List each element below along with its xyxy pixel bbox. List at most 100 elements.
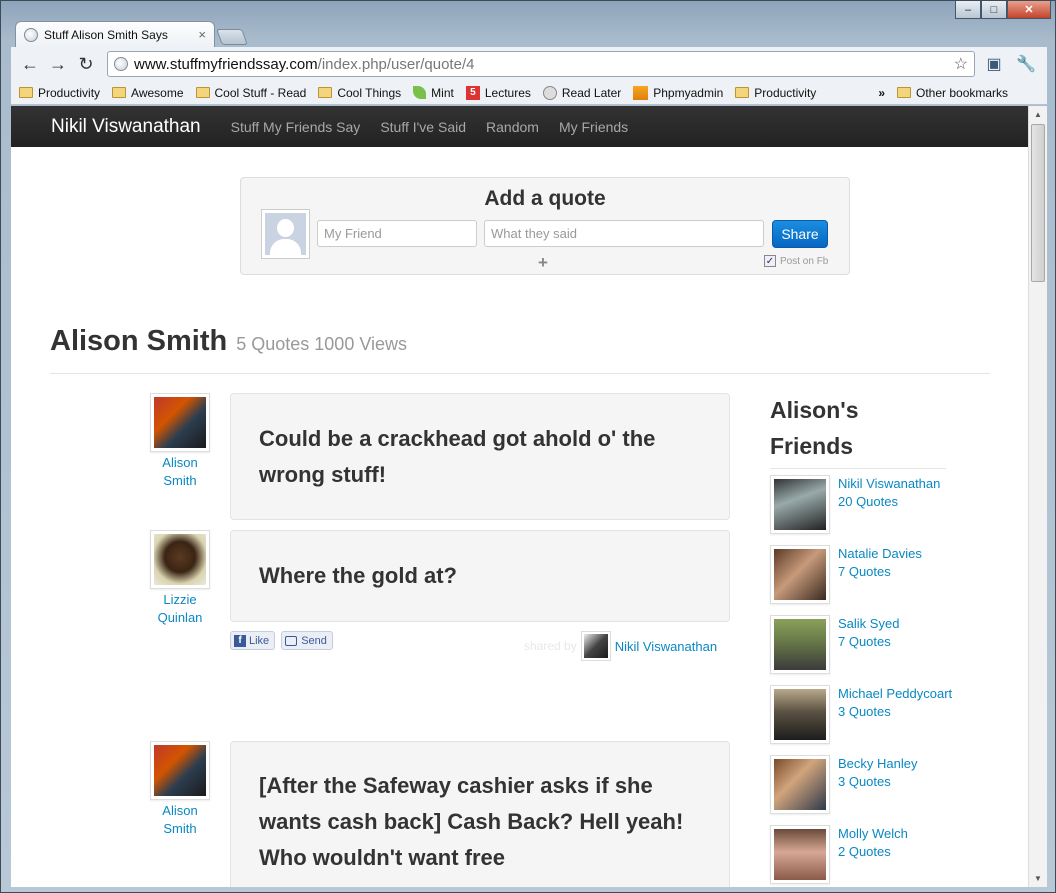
shared-by-name[interactable]: Nikil Viswanathan [615,639,717,654]
friend-item[interactable]: Michael Peddycoart 3 Quotes [770,685,1000,745]
friend-name[interactable]: Becky Hanley [838,756,917,771]
post-on-fb-option[interactable]: ✓ Post on Fb [764,255,828,267]
friend-quote-count[interactable]: 7 Quotes [838,634,891,649]
folder-icon [318,87,333,98]
bookmark-mint[interactable]: Mint [413,86,454,100]
quote-box[interactable]: [After the Safeway cashier asks if she w… [230,741,730,887]
address-bar[interactable]: www.stuffmyfriendssay.com/index.php/user… [107,51,975,77]
avatar[interactable] [580,631,611,661]
friends-title: Alison's Friends [770,392,946,469]
quote-author[interactable]: Alison Smith [140,454,220,490]
friend-item[interactable]: Salik Syed 7 Quotes [770,615,1000,675]
avatar[interactable] [150,393,210,452]
bookmark-label: Cool Stuff - Read [214,85,307,100]
lectures-icon: 5 [465,85,480,100]
friend-item[interactable]: Nikil Viswanathan 20 Quotes [770,475,1000,535]
author-first-name: Alison [162,455,198,470]
nav-stuff-my-friends-say[interactable]: Stuff My Friends Say [231,119,361,135]
close-tab-icon[interactable]: × [198,27,206,42]
friend-item[interactable]: Molly Welch 2 Quotes [770,825,1000,885]
url-path: /index.php/user/quote/4 [317,55,475,73]
avatar-photo [154,745,206,796]
page-viewport: Nikil Viswanathan Stuff My Friends Say S… [11,106,1028,887]
friend-name[interactable]: Michael Peddycoart [838,686,952,701]
bookmark-cool-things[interactable]: Cool Things [318,86,401,100]
bookmark-productivity-2[interactable]: Productivity [735,86,816,100]
phpmyadmin-icon [633,85,649,100]
friend-item[interactable]: Natalie Davies 7 Quotes [770,545,1000,605]
friend-item[interactable]: Becky Hanley 3 Quotes [770,755,1000,815]
reload-icon[interactable]: ↻ [75,53,97,75]
quote-text: Where the gold at? [259,563,457,588]
scroll-up-arrow-icon[interactable]: ▲ [1029,106,1047,123]
friend-quote-count[interactable]: 2 Quotes [838,844,891,859]
quote-author[interactable]: Lizzie Quinlan [140,591,220,627]
nav-my-friends[interactable]: My Friends [559,119,628,135]
avatar[interactable] [150,741,210,800]
back-arrow-icon[interactable]: ← [19,53,41,75]
fb-send-button[interactable]: Send [281,631,333,650]
bookmark-cool-stuff-read[interactable]: Cool Stuff - Read [195,85,307,100]
share-button[interactable]: Share [772,220,828,248]
author-last-name: Smith [163,821,197,836]
bookmark-awesome[interactable]: Awesome [112,86,184,100]
bookmark-label: Mint [431,85,454,100]
quote-box[interactable]: Could be a crackhead got ahold o' the wr… [230,393,730,520]
friend-name[interactable]: Natalie Davies [838,546,922,561]
friend-quote-count[interactable]: 3 Quotes [838,774,891,789]
quote-input[interactable]: What they said [484,220,764,247]
quote-box[interactable]: Where the gold at? [230,530,730,622]
avatar[interactable] [150,530,210,589]
wrench-icon[interactable]: 🔧 [1013,53,1039,75]
bookmark-label: Other bookmarks [916,85,1009,100]
avatar [770,825,830,884]
scroll-down-arrow-icon[interactable]: ▼ [1029,870,1047,887]
friend-name[interactable]: Molly Welch [838,826,908,841]
post-on-fb-label: Post on Fb [780,255,829,267]
friend-quote-count[interactable]: 3 Quotes [838,704,891,719]
folder-icon [735,87,750,98]
page-icon[interactable]: ▣ [981,53,1007,75]
bookmark-other-bookmarks[interactable]: Other bookmarks [897,86,1008,100]
friend-quote-count[interactable]: 20 Quotes [838,494,898,509]
fb-like-button[interactable]: f Like [230,631,276,650]
bookmark-phpmyadmin[interactable]: Phpmyadmin [633,85,723,100]
friend-name[interactable]: Nikil Viswanathan [838,476,940,491]
site-brand[interactable]: Nikil Viswanathan [51,116,201,138]
author-first-name: Lizzie [163,592,197,607]
friend-name[interactable]: Salik Syed [838,616,899,631]
plus-icon[interactable]: + [538,253,548,273]
minimize-button[interactable]: – [955,1,981,19]
default-avatar [261,209,310,259]
nav-random[interactable]: Random [486,119,539,135]
bookmark-label: Productivity [38,85,101,100]
window-controls: – □ ✕ [955,1,1051,19]
forward-arrow-icon[interactable]: → [47,53,69,75]
close-window-button[interactable]: ✕ [1007,1,1051,19]
bookmark-read-later[interactable]: Read Later [542,85,622,100]
vertical-scrollbar[interactable]: ▲ ▼ [1028,106,1047,887]
avatar-photo [774,689,826,740]
bookmark-productivity[interactable]: Productivity [19,86,100,100]
bookmark-label: Cool Things [337,85,402,100]
quote-text: [After the Safeway cashier asks if she w… [259,773,684,870]
browser-toolbar: ← → ↻ www.stuffmyfriendssay.com/index.ph… [11,47,1047,81]
bookmark-label: Read Later [561,85,622,100]
new-tab-button[interactable] [216,29,248,45]
shared-by-label: shared by [524,639,577,653]
nav-stuff-ive-said[interactable]: Stuff I've Said [380,119,466,135]
friend-input[interactable]: My Friend [317,220,477,247]
site-topbar: Nikil Viswanathan Stuff My Friends Say S… [11,106,1028,147]
bookmark-label: Productivity [754,85,817,100]
star-icon[interactable]: ☆ [954,54,968,74]
maximize-button[interactable]: □ [981,1,1007,19]
shared-by: shared by Nikil Viswanathan [524,631,717,661]
scrollbar-thumb[interactable] [1031,124,1045,282]
url-domain: www.stuffmyfriendssay.com [134,55,318,73]
friend-quote-count[interactable]: 7 Quotes [838,564,891,579]
bookmark-lectures[interactable]: 5 Lectures [465,85,531,100]
browser-tab[interactable]: Stuff Alison Smith Says × [15,21,215,47]
quote-author[interactable]: Alison Smith [140,802,220,838]
bookmarks-overflow-chevron[interactable]: » [878,86,885,100]
post-on-fb-checkbox[interactable]: ✓ [764,255,776,267]
